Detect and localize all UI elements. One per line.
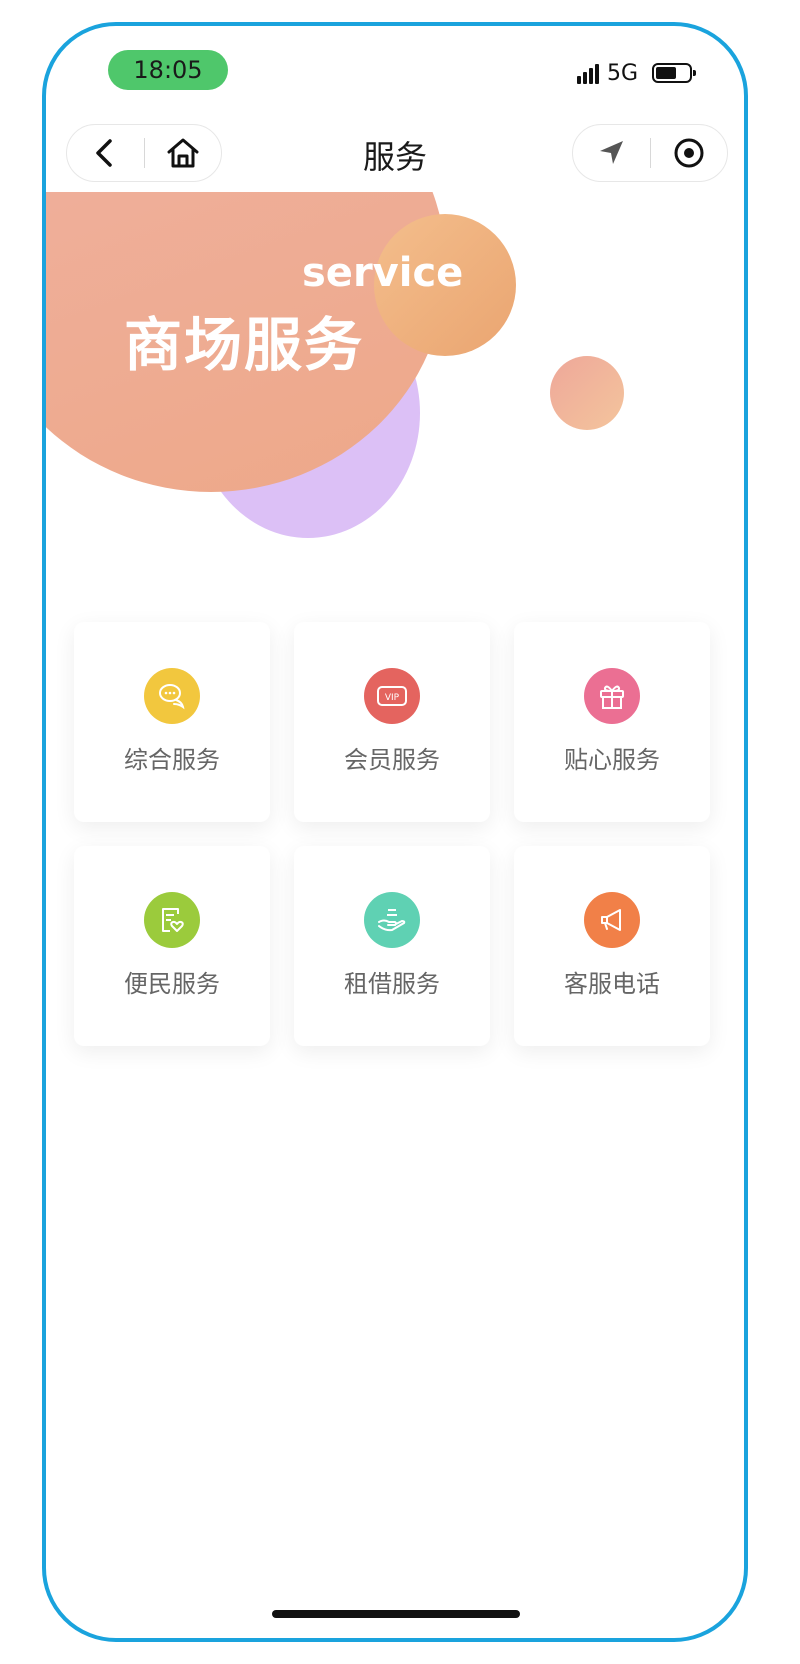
navigation-arrow-icon <box>600 141 624 164</box>
service-icon-bg <box>584 668 640 724</box>
signal-icon <box>576 62 599 84</box>
service-label: 便民服务 <box>124 970 220 998</box>
hero-banner: service 商场服务 <box>46 192 744 592</box>
location-button[interactable] <box>573 125 650 181</box>
battery-icon <box>652 63 696 83</box>
megaphone-icon <box>601 909 621 931</box>
svg-text:VIP: VIP <box>385 693 400 703</box>
status-time: 18:05 <box>108 50 228 90</box>
record-button[interactable] <box>651 125 728 181</box>
service-card-member[interactable]: VIP 会员服务 <box>294 622 490 822</box>
nav-right-capsule <box>572 124 728 182</box>
status-indicators: 5G <box>576 60 696 86</box>
service-card-hotline[interactable]: 客服电话 <box>514 846 710 1046</box>
service-label: 租借服务 <box>344 970 440 998</box>
network-label: 5G <box>606 60 638 86</box>
decor-circle-small <box>550 356 624 430</box>
hand-giving-icon <box>378 909 406 932</box>
service-label: 贴心服务 <box>564 746 660 774</box>
hero-title: 商场服务 <box>124 311 365 379</box>
service-card-rental[interactable]: 租借服务 <box>294 846 490 1046</box>
home-indicator[interactable] <box>272 1610 520 1618</box>
service-icon-bg: VIP <box>364 668 420 724</box>
target-icon <box>674 138 704 168</box>
phone-screen: 18:05 5G 服务 service 商场服务 综合服务 VIP 会员服务 贴… <box>42 22 748 1642</box>
service-card-convenience[interactable]: 便民服务 <box>74 846 270 1046</box>
service-card-general[interactable]: 综合服务 <box>74 622 270 822</box>
chat-bubbles-icon <box>159 684 185 710</box>
heart-document-icon <box>162 908 184 932</box>
service-label: 综合服务 <box>124 746 220 774</box>
vip-icon: VIP <box>377 686 407 706</box>
service-icon-bg <box>144 668 200 724</box>
service-label: 会员服务 <box>344 746 440 774</box>
service-icon-bg <box>364 892 420 948</box>
hero-subtitle: service <box>302 250 464 296</box>
service-icon-bg <box>584 892 640 948</box>
service-card-care[interactable]: 贴心服务 <box>514 622 710 822</box>
service-label: 客服电话 <box>564 970 660 998</box>
gift-icon <box>600 685 624 709</box>
service-icon-bg <box>144 892 200 948</box>
service-grid: 综合服务 VIP 会员服务 贴心服务 便民服务 租借服务 客服电话 <box>74 622 714 1046</box>
